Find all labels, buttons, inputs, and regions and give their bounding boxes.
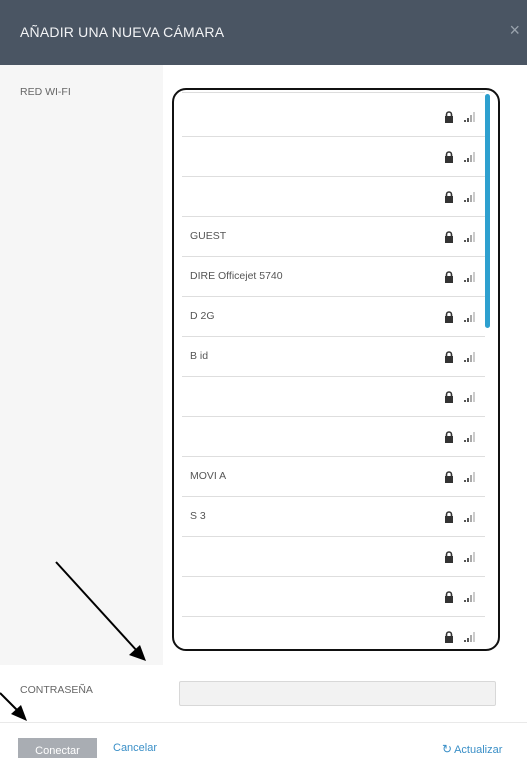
arrow-to-password xyxy=(55,561,139,653)
arrow-head xyxy=(129,645,146,661)
annotation-arrows xyxy=(0,561,146,721)
